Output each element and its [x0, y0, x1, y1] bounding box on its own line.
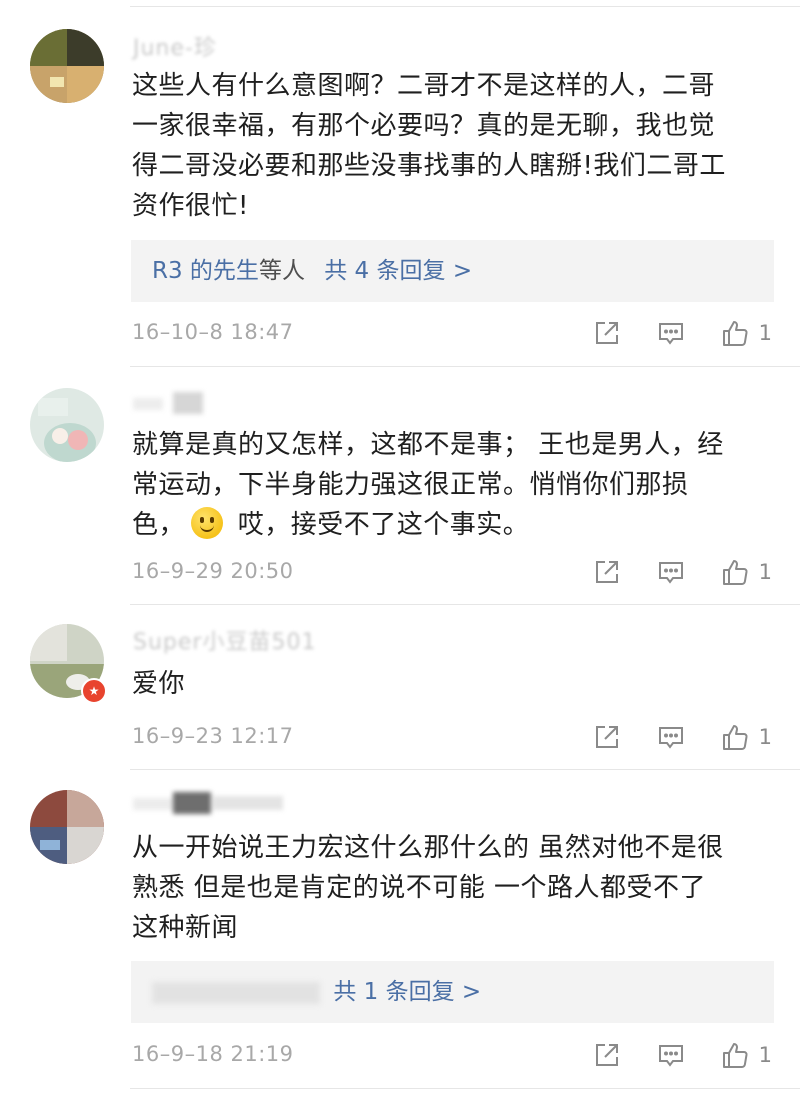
- like-count: 1: [758, 321, 772, 345]
- action-bar: 1: [557, 557, 772, 587]
- reply-button[interactable]: [657, 723, 685, 751]
- username-redacted: [133, 790, 293, 816]
- divider: [130, 6, 800, 7]
- share-icon: [595, 561, 618, 583]
- username-redacted: [133, 390, 205, 416]
- like-count: 1: [758, 560, 772, 584]
- reply-button[interactable]: [657, 319, 685, 347]
- thumbs-up-icon: [722, 725, 748, 750]
- thumbs-up-icon: [722, 321, 748, 346]
- comment-text: 从一开始说王力宏这什么那什么的 虽然对他不是很 熟悉 但是也是肯定的说不可能 一…: [132, 828, 772, 948]
- like-button[interactable]: 1: [721, 1040, 772, 1070]
- like-count: 1: [758, 1043, 772, 1067]
- view-replies-link[interactable]: 共 1 条回复 >: [333, 979, 481, 1005]
- reply-summary[interactable]: R3 的先生等人 共 4 条回复 >: [131, 240, 774, 302]
- action-bar: 1: [557, 318, 772, 348]
- divider: [130, 604, 800, 605]
- comment-line: 从一开始说王力宏这什么那什么的 虽然对他不是很: [132, 833, 724, 863]
- comment-line: 常运动，下半身能力强这很正常。悄悄你们那损: [132, 470, 689, 500]
- reply-author-link[interactable]: R3 的先生: [152, 258, 259, 284]
- view-replies-link[interactable]: 共 4 条回复 >: [324, 258, 472, 284]
- comment-text: 爱你: [132, 664, 772, 704]
- comment-line: 资作很忙!: [132, 191, 249, 221]
- comment-text: 就算是真的又怎样，这都不是事； 王也是男人，经 常运动，下半身能力强这很正常。悄…: [132, 425, 772, 545]
- share-button[interactable]: [593, 723, 621, 751]
- avatar[interactable]: [30, 388, 104, 462]
- reply-others-label: 等人: [258, 258, 305, 284]
- comment-line: 这些人有什么意图啊？二哥才不是这样的人，二哥: [132, 71, 716, 101]
- smile-emoji: [191, 507, 224, 539]
- share-button[interactable]: [593, 558, 621, 586]
- reply-button[interactable]: [657, 558, 685, 586]
- thumbs-up-icon: [722, 1043, 748, 1068]
- action-bar: 1: [557, 1040, 772, 1070]
- timestamp: 16–9–29 20:50: [132, 559, 294, 583]
- share-icon: [595, 726, 618, 748]
- share-button[interactable]: [593, 1041, 621, 1069]
- comment-icon: [658, 323, 683, 345]
- share-icon: [595, 322, 618, 344]
- comment-icon: [658, 1045, 683, 1067]
- avatar[interactable]: [30, 29, 104, 103]
- like-count: 1: [758, 725, 772, 749]
- verified-badge: ★: [81, 678, 107, 704]
- action-bar: 1: [557, 722, 772, 752]
- like-button[interactable]: 1: [721, 318, 772, 348]
- comment-line: 色， 哎，接受不了这个事实。: [132, 505, 772, 545]
- comment-text: 这些人有什么意图啊？二哥才不是这样的人，二哥 一家很幸福，有那个必要吗？真的是无…: [132, 66, 772, 226]
- timestamp: 16–10–8 18:47: [132, 320, 294, 344]
- reply-summary[interactable]: 共 1 条回复 >: [131, 961, 774, 1023]
- comment-line: 得二哥没必要和那些没事找事的人瞎掰!我们二哥工: [132, 151, 726, 181]
- share-icon: [595, 1044, 618, 1066]
- divider: [130, 366, 800, 367]
- comment-line: 熟悉 但是也是肯定的说不可能 一个路人都受不了: [132, 873, 707, 903]
- like-button[interactable]: 1: [721, 722, 772, 752]
- reply-button[interactable]: [657, 1041, 685, 1069]
- comment-line: 一家很幸福，有那个必要吗？真的是无聊，我也觉: [132, 111, 716, 141]
- username[interactable]: June-珍: [133, 30, 217, 62]
- comment-icon: [658, 727, 683, 749]
- timestamp: 16–9–18 21:19: [132, 1042, 294, 1066]
- divider: [130, 769, 800, 770]
- avatar[interactable]: [30, 790, 104, 864]
- comment-line: 爱你: [132, 669, 186, 699]
- thumbs-up-icon: [722, 560, 748, 585]
- username[interactable]: Super小豆苗501: [133, 624, 316, 656]
- comment-line: 就算是真的又怎样，这都不是事； 王也是男人，经: [132, 430, 724, 460]
- divider: [130, 1088, 800, 1089]
- like-button[interactable]: 1: [721, 557, 772, 587]
- comment-icon: [658, 562, 683, 584]
- comment-line-part: 哎，接受不了这个事实。: [229, 510, 530, 540]
- timestamp: 16–9–23 12:17: [132, 724, 294, 748]
- reply-author-redacted: [152, 981, 320, 1004]
- comment-line-part: 色，: [132, 510, 186, 540]
- comment-line: 这种新闻: [132, 913, 239, 943]
- share-button[interactable]: [593, 319, 621, 347]
